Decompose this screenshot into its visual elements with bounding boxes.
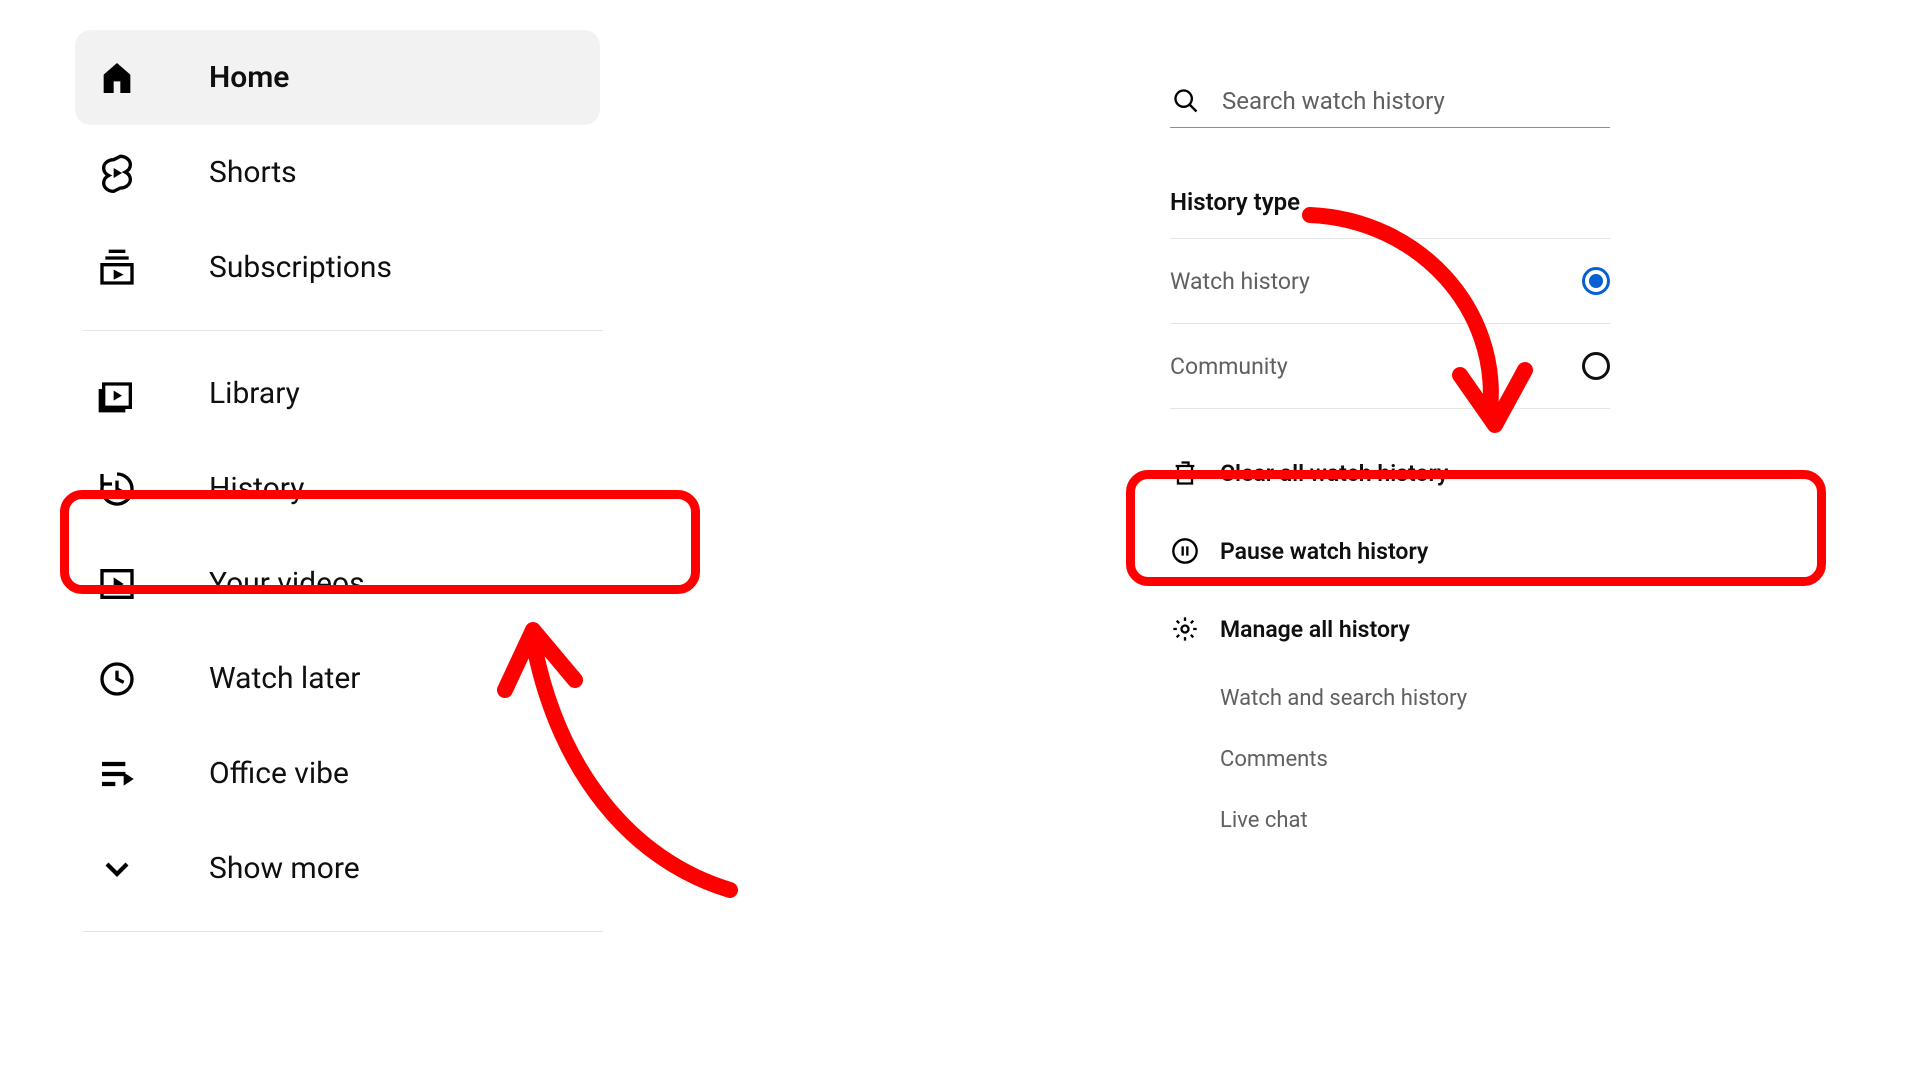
clear-all-watch-history-button[interactable]: Clear all watch history (1170, 434, 1610, 512)
pause-watch-history-button[interactable]: Pause watch history (1170, 512, 1610, 590)
sidebar-item-history[interactable]: History (75, 441, 600, 536)
sidebar-item-label: Library (209, 376, 300, 411)
history-type-title: History type (1170, 188, 1610, 239)
manage-history-sublinks: Watch and search historyCommentsLive cha… (1220, 668, 1610, 851)
manage-all-history-button[interactable]: Manage all history (1170, 590, 1610, 668)
sidebar-item-label: Watch later (209, 661, 360, 696)
sidebar-divider (83, 330, 603, 331)
sidebar-item-home[interactable]: Home (75, 30, 600, 125)
sublink-watch-and-search-history[interactable]: Watch and search history (1220, 668, 1610, 729)
sidebar-item-library[interactable]: Library (75, 346, 600, 441)
trash-icon (1170, 458, 1200, 488)
sidebar-item-label: Home (209, 60, 289, 95)
sidebar-item-watch-later[interactable]: Watch later (75, 631, 600, 726)
library-icon (95, 372, 139, 416)
radio-icon (1582, 267, 1610, 295)
search-watch-history[interactable] (1170, 85, 1610, 128)
chevron-down-icon (95, 847, 139, 891)
sidebar-divider (83, 931, 603, 932)
gear-icon (1170, 614, 1200, 644)
action-label: Clear all watch history (1220, 460, 1448, 487)
playlist-icon (95, 752, 139, 796)
history-icon (95, 467, 139, 511)
action-label: Manage all history (1220, 616, 1410, 643)
sublink-comments[interactable]: Comments (1220, 729, 1610, 790)
shorts-icon (95, 151, 139, 195)
sidebar-item-your-videos[interactable]: Your videos (75, 536, 600, 631)
sidebar-item-label: Subscriptions (209, 250, 392, 285)
sidebar: Home Shorts Subscriptions Library History Yo… (75, 30, 600, 947)
home-icon (95, 56, 139, 100)
action-label: Pause watch history (1220, 538, 1428, 565)
radio-label: Community (1170, 353, 1288, 380)
sidebar-item-shorts[interactable]: Shorts (75, 125, 600, 220)
history-settings-panel: History type Watch history Community Clea… (1170, 85, 1610, 851)
your-videos-icon (95, 562, 139, 606)
sidebar-item-label: Show more (209, 851, 360, 886)
sidebar-item-label: Your videos (209, 566, 365, 601)
sidebar-item-label: History (209, 471, 304, 506)
subscriptions-icon (95, 246, 139, 290)
search-icon (1170, 85, 1202, 117)
history-type-watch-history[interactable]: Watch history (1170, 239, 1610, 324)
watch-later-icon (95, 657, 139, 701)
search-input[interactable] (1222, 87, 1610, 115)
sidebar-item-subscriptions[interactable]: Subscriptions (75, 220, 600, 315)
sublink-live-chat[interactable]: Live chat (1220, 790, 1610, 851)
radio-icon (1582, 352, 1610, 380)
pause-circle-icon (1170, 536, 1200, 566)
radio-label: Watch history (1170, 268, 1310, 295)
sidebar-item-label: Shorts (209, 155, 297, 190)
sidebar-item-playlist[interactable]: Office vibe (75, 726, 600, 821)
sidebar-item-chevron-down[interactable]: Show more (75, 821, 600, 916)
sidebar-item-label: Office vibe (209, 756, 349, 791)
history-type-community[interactable]: Community (1170, 324, 1610, 409)
